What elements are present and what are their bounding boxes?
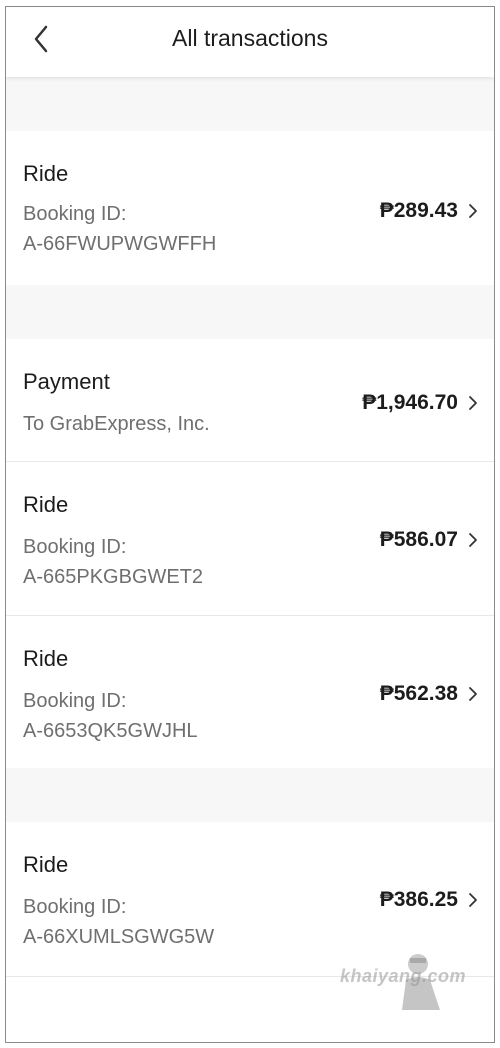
transaction-amount: ₱586.07 (379, 528, 458, 551)
transaction-sub-label: Booking ID: (23, 896, 127, 918)
watermark: khaiyang.com (340, 966, 467, 986)
transaction-type: Payment (23, 369, 110, 394)
transaction-row[interactable]: Ride Booking ID: A-6653QK5GWJHL ₱562.38 (6, 616, 494, 768)
page-title: All transactions (172, 25, 328, 51)
chevron-right-icon (469, 204, 477, 218)
transaction-sub-label: Booking ID: (23, 690, 127, 712)
section-gap (6, 77, 494, 131)
chevron-right-icon (469, 396, 477, 410)
transaction-type: Ride (23, 492, 69, 517)
app-header: All transactions (6, 7, 494, 77)
chevron-right-icon (469, 893, 477, 907)
chevron-right-icon (469, 533, 477, 547)
booking-id: A-665PKGBGWET2 (23, 566, 204, 588)
transaction-sub-label: Booking ID: (23, 536, 127, 558)
screen-frame: All transactions Ride Booking ID: A-66FW… (5, 6, 495, 1043)
transaction-amount: ₱289.43 (379, 199, 458, 222)
booking-id: A-66FWUPWGWFFH (23, 233, 217, 255)
transaction-row[interactable]: Ride Booking ID: A-66FWUPWGWFFH ₱289.43 (6, 131, 494, 285)
section-gap (6, 285, 494, 339)
transaction-amount: ₱562.38 (379, 682, 458, 705)
transaction-sub-label: Booking ID: (23, 203, 127, 225)
transaction-amount: ₱386.25 (379, 888, 458, 911)
transaction-type: Ride (23, 852, 69, 877)
transaction-row[interactable]: Payment To GrabExpress, Inc. ₱1,946.70 (6, 339, 494, 461)
chevron-right-icon (469, 687, 477, 701)
section-gap (6, 768, 494, 822)
transaction-type: Ride (23, 161, 69, 186)
booking-id: A-66XUMLSGWG5W (23, 926, 215, 948)
transaction-type: Ride (23, 646, 69, 671)
transaction-amount: ₱1,946.70 (362, 391, 458, 414)
transaction-row[interactable]: Ride Booking ID: A-665PKGBGWET2 ₱586.07 (6, 462, 494, 615)
transaction-sub-label: To GrabExpress, Inc. (23, 413, 210, 435)
booking-id: A-6653QK5GWJHL (23, 720, 198, 742)
